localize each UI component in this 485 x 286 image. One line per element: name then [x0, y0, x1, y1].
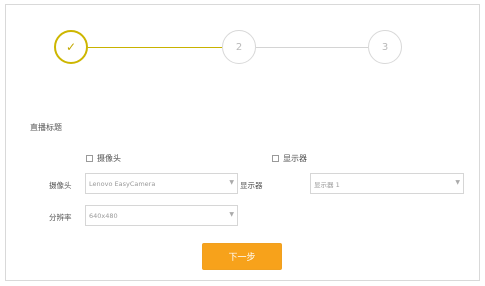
camera-select[interactable]: Lenovo EasyCamera ▼	[85, 173, 238, 194]
camera-checkbox-label: 摄像头	[97, 154, 121, 163]
camera-select-value: Lenovo EasyCamera	[89, 179, 156, 188]
step-3: 3	[368, 30, 402, 64]
chevron-down-icon[interactable]: ▼	[455, 179, 460, 186]
display-field-label: 显示器	[240, 181, 263, 190]
step-connector-1	[88, 47, 222, 48]
progress-stepper: ✓ 2 3	[0, 0, 485, 80]
next-button-label: 下一步	[228, 253, 256, 263]
display-checkbox-label: 显示器	[283, 154, 307, 163]
display-select[interactable]: 显示器 1 ▼	[310, 173, 464, 194]
display-select-value: 显示器 1	[314, 180, 340, 189]
chevron-down-icon[interactable]: ▼	[229, 179, 234, 186]
resolution-field-label: 分辨率	[49, 213, 72, 222]
step-connector-2	[256, 47, 368, 48]
display-checkbox[interactable]: 显示器	[272, 153, 307, 164]
chevron-down-icon[interactable]: ▼	[229, 211, 234, 218]
step-1-check-icon: ✓	[54, 30, 88, 64]
section-title: 直播标题	[30, 123, 62, 132]
step-2: 2	[222, 30, 256, 64]
next-button[interactable]: 下一步	[202, 243, 282, 270]
camera-field-label: 摄像头	[49, 181, 72, 190]
resolution-select-value: 640x480	[89, 211, 118, 220]
resolution-select[interactable]: 640x480 ▼	[85, 205, 238, 226]
checkbox-box[interactable]	[272, 155, 279, 162]
camera-checkbox[interactable]: 摄像头	[86, 153, 121, 164]
checkbox-box[interactable]	[86, 155, 93, 162]
